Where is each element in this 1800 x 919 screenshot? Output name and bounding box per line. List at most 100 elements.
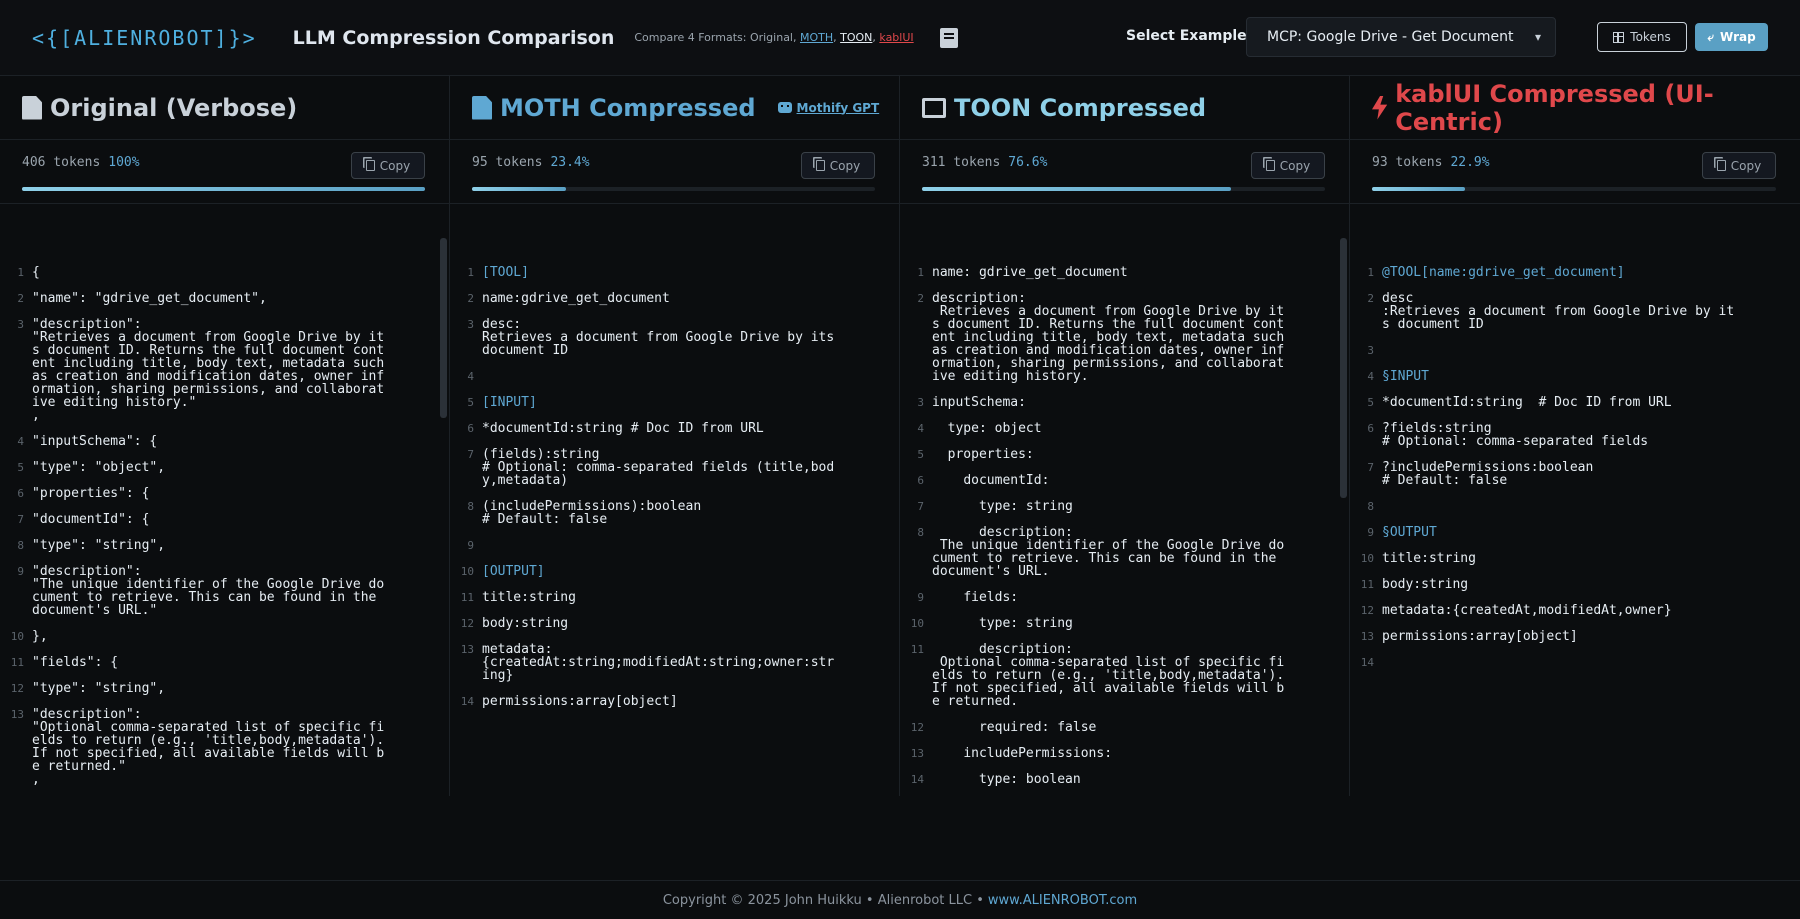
code-line: 8	[1350, 500, 1800, 513]
percent-text: 23.4%	[550, 155, 590, 170]
line-content: inputSchema:	[932, 395, 1026, 410]
code-file-icon	[472, 95, 492, 120]
select-example-label: Select Example:	[1126, 28, 1253, 44]
column-title: MOTH Compressed	[500, 93, 756, 122]
column-header: TOON Compressed	[900, 76, 1349, 140]
column-header: kablUI Compressed (UI-Centric)	[1350, 76, 1800, 140]
line-number: 1	[917, 266, 924, 279]
copy-button[interactable]: Copy	[1702, 152, 1776, 179]
line-content: type: string	[932, 616, 1073, 631]
code-panel[interactable]: 1{2 "name": "gdrive_get_document", 3 "descr…	[0, 228, 449, 788]
copy-label: Copy	[1730, 158, 1762, 173]
example-select-value: MCP: Google Drive - Get Document	[1267, 29, 1514, 45]
line-content: desc :Retrieves a document from Google D…	[1382, 291, 1735, 332]
example-select[interactable]: MCP: Google Drive - Get Document ▾	[1246, 17, 1556, 57]
line-number: 7	[17, 513, 24, 526]
copy-button[interactable]: Copy	[1251, 152, 1325, 179]
robot-icon	[777, 102, 792, 113]
code-line: 10 type: string	[900, 617, 1349, 630]
code-panel[interactable]: 1 name: gdrive_get_document 2 description: …	[900, 228, 1349, 788]
mothify-gpt-link[interactable]: Mothify GPT	[777, 101, 879, 115]
line-content: permissions:array[object]	[1382, 629, 1578, 644]
code-line: 1{	[0, 266, 449, 279]
line-content: §INPUT	[1382, 369, 1429, 384]
moth-link[interactable]: MOTH	[800, 31, 833, 44]
column-header: MOTH Compressed Mothify GPT	[450, 76, 899, 140]
progress-bar	[922, 187, 1325, 191]
code-line: 11 description: Optional comma-separated…	[900, 643, 1349, 708]
token-count: 95 tokens 23.4%	[472, 155, 590, 170]
line-content: documentId:	[932, 473, 1050, 488]
line-content: "inputSchema": {	[32, 434, 158, 449]
website-link[interactable]: www.ALIENROBOT.com	[988, 893, 1137, 908]
copy-icon	[815, 160, 825, 171]
line-number: 10	[910, 617, 924, 630]
toon-link[interactable]: TOON	[840, 31, 872, 44]
code-line: 3 desc: Retrieves a document from Google …	[450, 318, 899, 357]
line-content: name:gdrive_get_document	[482, 291, 670, 306]
wrap-button[interactable]: ⤶ Wrap	[1695, 23, 1768, 51]
code-line: 10 title:string	[1350, 552, 1800, 565]
scrollbar[interactable]	[1340, 238, 1347, 498]
line-number: 8	[917, 526, 924, 539]
line-number: 3	[917, 396, 924, 409]
line-content: metadata:{createdAt,modifiedAt,owner}	[1382, 603, 1672, 618]
book-icon[interactable]	[939, 27, 958, 48]
line-number: 1	[17, 266, 24, 279]
line-number: 12	[910, 721, 924, 734]
code-line: 9 fields:	[900, 591, 1349, 604]
tokens-button-label: Tokens	[1630, 30, 1671, 44]
token-count: 93 tokens 22.9%	[1372, 155, 1490, 170]
column-title: kablUI Compressed (UI-Centric)	[1395, 79, 1714, 136]
file-icon	[22, 95, 42, 120]
progress-fill	[922, 187, 1231, 191]
line-number: 13	[1360, 630, 1374, 643]
line-content: [OUTPUT]	[482, 564, 545, 579]
copy-icon	[1265, 160, 1275, 171]
alienrobot-logo[interactable]: <{[ALIENROBOT]}>	[32, 26, 257, 50]
copy-button[interactable]: Copy	[351, 152, 425, 179]
line-number: 4	[17, 435, 24, 448]
code-line: 6 documentId:	[900, 474, 1349, 487]
line-number: 5	[1367, 396, 1374, 409]
kablui-link[interactable]: kablUI	[879, 31, 913, 44]
code-line: 6 "properties": {	[0, 487, 449, 500]
line-number: 8	[17, 539, 24, 552]
line-content: type: string	[932, 499, 1073, 514]
code-line: 13 metadata: {createdAt:string;modifiedAt…	[450, 643, 899, 682]
line-number: 13	[10, 708, 24, 721]
token-count: 311 tokens 76.6%	[922, 155, 1047, 170]
tokens-text: 311 tokens	[922, 155, 1001, 170]
line-content: description: Retrieves a document from G…	[932, 291, 1285, 384]
line-number: 13	[910, 747, 924, 760]
percent-text: 76.6%	[1008, 155, 1048, 170]
column-title: TOON Compressed	[954, 93, 1207, 122]
tokens-button[interactable]: Tokens	[1597, 22, 1687, 52]
line-content: "type": "string",	[32, 538, 166, 553]
code-panel[interactable]: 1 @TOOL[name:gdrive_get_document] 2 desc :R…	[1350, 228, 1800, 788]
original-column: Original (Verbose) 406 tokens 100% Copy 1…	[0, 76, 450, 796]
code-line: 8 description: The unique identifier of …	[900, 526, 1349, 578]
line-number: 12	[1360, 604, 1374, 617]
progress-bar	[472, 187, 875, 191]
scrollbar[interactable]	[440, 238, 447, 418]
line-number: 8	[1367, 500, 1374, 513]
copy-button[interactable]: Copy	[801, 152, 875, 179]
code-line: 1 [TOOL]	[450, 266, 899, 279]
footer: Copyright © 2025 John Huikku • Alienrobo…	[0, 880, 1800, 919]
code-line: 9 "description": "The unique identifier o…	[0, 565, 449, 617]
line-number: 5	[17, 461, 24, 474]
code-line: 7 type: string	[900, 500, 1349, 513]
wrap-icon: ⤶	[1707, 29, 1715, 44]
code-panel[interactable]: 1 [TOOL] 2 name:gdrive_get_document 3 desc: R…	[450, 228, 899, 788]
code-line: 7 "documentId": {	[0, 513, 449, 526]
copy-label: Copy	[379, 158, 411, 173]
moth-column: MOTH Compressed Mothify GPT 95 tokens 23.…	[450, 76, 900, 796]
line-number: 11	[460, 591, 474, 604]
column-title: Original (Verbose)	[50, 93, 298, 122]
code-line: 7 ?includePermissions:boolean # Default: …	[1350, 461, 1800, 487]
tokens-text: 95 tokens	[472, 155, 543, 170]
line-content: desc: Retrieves a document from Google D…	[482, 317, 835, 358]
code-line: 3 "description": "Retrieves a document fr…	[0, 318, 449, 422]
line-content: permissions:array[object]	[482, 694, 678, 709]
